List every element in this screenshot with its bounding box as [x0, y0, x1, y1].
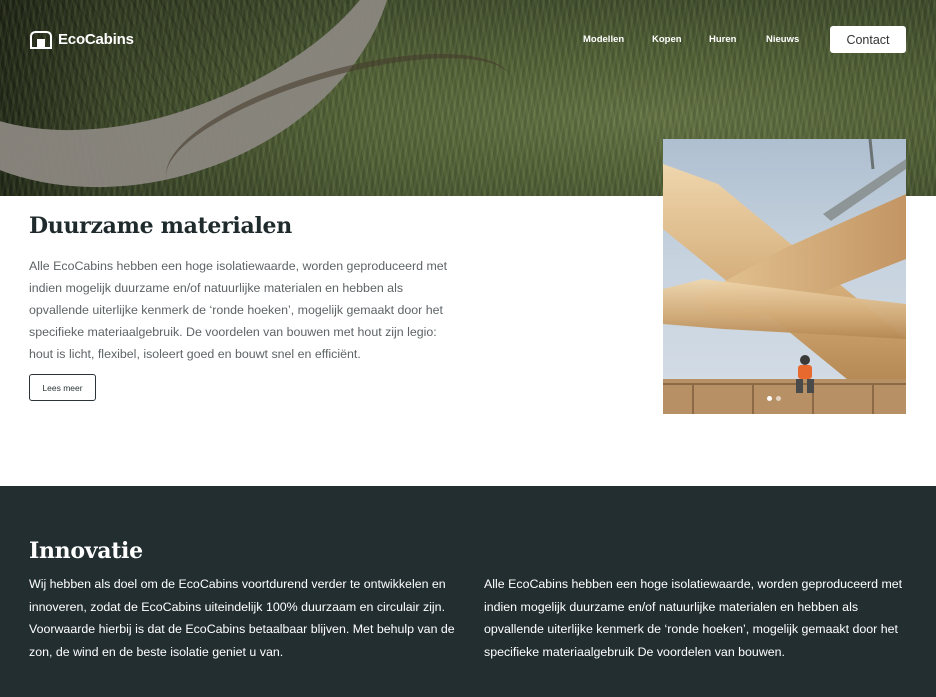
innovation-text-left: Wij hebben als doel om de EcoCabins voor…	[29, 577, 455, 659]
materials-title: Duurzame materialen	[29, 213, 292, 239]
nav-kopen[interactable]: Kopen	[652, 34, 682, 45]
slider-dot-2[interactable]	[776, 396, 781, 401]
nav-modellen[interactable]: Modellen	[583, 34, 624, 45]
site-logo[interactable]: EcoCabins	[29, 30, 134, 49]
innovation-title: Innovatie	[29, 538, 143, 564]
slider-dots	[767, 396, 781, 401]
nav-huren[interactable]: Huren	[709, 34, 736, 45]
materials-text: Alle EcoCabins hebben een hoge isolatiew…	[29, 259, 448, 361]
nav-nieuws[interactable]: Nieuws	[766, 34, 799, 45]
image-slider[interactable]	[663, 139, 906, 414]
slider-dot-1[interactable]	[767, 396, 772, 401]
logo-text: EcoCabins	[58, 31, 134, 48]
contact-button[interactable]: Contact	[830, 26, 906, 53]
innovation-text-right: Alle EcoCabins hebben een hoge isolatiew…	[484, 577, 903, 659]
timber-construction-image	[663, 139, 906, 414]
cabin-logo-icon	[30, 31, 52, 49]
read-more-button[interactable]: Lees meer	[29, 374, 96, 401]
